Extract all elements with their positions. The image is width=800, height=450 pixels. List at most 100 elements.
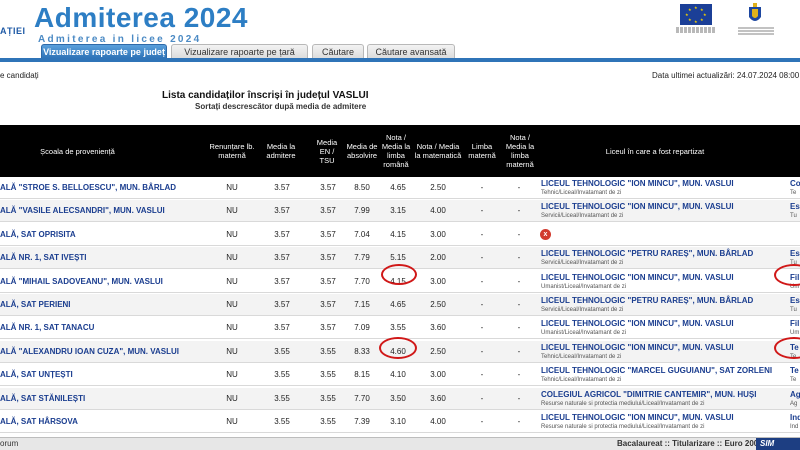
specialization-name-link[interactable]: Es bbox=[790, 202, 800, 212]
cell-abs: 8.33 bbox=[354, 346, 370, 356]
col-scoala[interactable]: Școala de proveniență bbox=[0, 125, 155, 177]
cell-ren: NU bbox=[226, 393, 238, 403]
specialization-detail: Ind bbox=[790, 424, 799, 430]
cell-nlm: - bbox=[517, 370, 521, 380]
assigned-liceu: LICEUL TEHNOLOGIC "ION MINCU", MUN. VASL… bbox=[541, 343, 781, 361]
cell-ren: NU bbox=[226, 417, 238, 426]
cell-en: 3.57 bbox=[320, 253, 336, 263]
col-media-en[interactable]: Media EN / TSU bbox=[312, 125, 342, 177]
specialization-detail: Te bbox=[790, 377, 797, 384]
cell-adm: 3.55 bbox=[274, 346, 290, 356]
cell-lm: - bbox=[480, 300, 484, 309]
cell-adm: 3.57 bbox=[274, 183, 290, 192]
school-name-link[interactable]: ALĂ, SAT OPRISITA bbox=[0, 224, 200, 246]
tab-cautare-avansata[interactable]: Căutare avansată bbox=[367, 44, 455, 58]
liceu-profile: Servicii/Liceal/Invatamant de zi bbox=[541, 213, 624, 220]
table-row[interactable]: ALĂ, SAT OPRISITA NU 3.57 3.57 7.04 4.15 3.00 -… bbox=[0, 224, 800, 246]
cell-nlm: - bbox=[517, 300, 521, 309]
tab-cautare[interactable]: Căutare bbox=[312, 44, 364, 58]
specialization-name-link[interactable]: Es bbox=[790, 296, 800, 306]
table-row[interactable]: ALĂ "STROE S. BELLOESCU", MUN. BÂRLAD NU 3… bbox=[0, 177, 800, 199]
specialization: Co Te bbox=[790, 179, 800, 197]
liceu-name-link[interactable]: LICEUL TEHNOLOGIC "ION MINCU", MUN. VASL… bbox=[541, 273, 781, 283]
specialization-detail: Tu bbox=[790, 307, 797, 313]
col-renuntare[interactable]: Renunțare lb. maternă bbox=[204, 125, 260, 177]
table-row[interactable]: ALĂ, SAT UNȚEȘTI NU 3.55 3.55 8.15 4.10 3.00 - -… bbox=[0, 364, 800, 387]
specialization-name-link[interactable]: Co bbox=[790, 179, 800, 189]
cell-en: 3.57 bbox=[320, 183, 336, 192]
school-name-link[interactable]: ALĂ, SAT PERIENI bbox=[0, 294, 200, 316]
romania-coat-of-arms-logo bbox=[749, 3, 761, 21]
specialization-name-link[interactable]: Ag bbox=[790, 390, 800, 400]
table-row[interactable]: ALĂ, SAT HÂRSOVA NU 3.55 3.55 7.39 3.10 4.00 - -… bbox=[0, 411, 800, 433]
specialization-name-link[interactable]: Es bbox=[790, 249, 800, 259]
school-name-link[interactable]: ALĂ NR. 1, SAT TANACU bbox=[0, 317, 200, 339]
cell-nlm: - bbox=[517, 229, 521, 239]
school-name-link[interactable]: ALĂ, SAT HÂRSOVA bbox=[0, 411, 200, 433]
col-nota-romana[interactable]: Nota / Media la limba română bbox=[380, 125, 412, 177]
col-media-admitere[interactable]: Media la admitere bbox=[258, 125, 304, 177]
cell-ren: NU bbox=[226, 276, 238, 286]
cell-rom: 3.50 bbox=[390, 393, 406, 403]
cell-mat: 3.00 bbox=[430, 276, 446, 286]
footer-forum-link[interactable]: orum bbox=[0, 439, 18, 448]
footer-links[interactable]: Bacalaureat :: Titularizare :: Euro 200 bbox=[617, 439, 758, 448]
list-title: Lista candidaților înscriși în județul V… bbox=[162, 90, 369, 101]
col-nota-matematica[interactable]: Nota / Media la matematică bbox=[414, 125, 462, 177]
tab-rapoarte-judet[interactable]: Vizualizare rapoarte pe județ bbox=[41, 44, 167, 58]
cell-abs: 8.15 bbox=[354, 370, 370, 380]
cell-mat: 4.00 bbox=[430, 417, 446, 426]
liceu-name-link[interactable]: LICEUL TEHNOLOGIC "PETRU RAREȘ", MUN. BÂ… bbox=[541, 249, 781, 259]
candidates-count-text: e candidați bbox=[0, 71, 39, 80]
last-update-text: Data ultimei actualizări: 24.07.2024 08:… bbox=[652, 71, 800, 80]
col-liceu-repartizat[interactable]: Liceul în care a fost repartizat bbox=[600, 125, 710, 177]
cell-en: 3.57 bbox=[320, 206, 336, 216]
specialization: Te Te bbox=[790, 366, 800, 384]
assigned-liceu: LICEUL TEHNOLOGIC "PETRU RAREȘ", MUN. BÂ… bbox=[541, 296, 781, 314]
liceu-name-link[interactable]: LICEUL TEHNOLOGIC "ION MINCU", MUN. VASL… bbox=[541, 202, 781, 212]
footer: orum Bacalaureat :: Titularizare :: Euro… bbox=[0, 437, 800, 450]
col-nota-limba-materna[interactable]: Nota / Media la limba maternă bbox=[502, 125, 538, 177]
school-name-link[interactable]: ALĂ "ALEXANDRU IOAN CUZA", MUN. VASLUI bbox=[0, 341, 200, 363]
specialization-name-link[interactable]: Te bbox=[790, 366, 800, 376]
cell-lm: - bbox=[480, 323, 484, 333]
liceu-name-link[interactable]: COLEGIUL AGRICOL "DIMITRIE CANTEMIR", MU… bbox=[541, 390, 781, 400]
table-row[interactable]: ALĂ, SAT STĂNILEȘTI NU 3.55 3.55 7.70 3.50 3.6… bbox=[0, 387, 800, 410]
liceu-name-link[interactable]: LICEUL TEHNOLOGIC "PETRU RAREȘ", MUN. BÂ… bbox=[541, 296, 781, 306]
school-name-link[interactable]: ALĂ "VASILE ALECSANDRI", MUN. VASLUI bbox=[0, 200, 200, 222]
school-name-link[interactable]: ALĂ NR. 1, SAT IVEȘTI bbox=[0, 247, 200, 269]
specialization-name-link[interactable]: Ind bbox=[790, 413, 800, 423]
cell-adm: 3.55 bbox=[274, 393, 290, 403]
eu-logo-caption bbox=[676, 27, 716, 33]
liceu-name-link[interactable]: LICEUL TEHNOLOGIC "MARCEL GUGUIANU", SAT… bbox=[541, 366, 781, 376]
specialization: Fil Um bbox=[790, 319, 800, 337]
liceu-name-link[interactable]: LICEUL TEHNOLOGIC "ION MINCU", MUN. VASL… bbox=[541, 343, 781, 353]
cell-adm: 3.57 bbox=[274, 300, 290, 309]
app-title[interactable]: Admiterea 2024 bbox=[34, 2, 248, 34]
liceu-name-link[interactable]: LICEUL TEHNOLOGIC "ION MINCU", MUN. VASL… bbox=[541, 319, 781, 329]
liceu-name-link[interactable]: LICEUL TEHNOLOGIC "ION MINCU", MUN. VASL… bbox=[541, 413, 781, 423]
school-name-link[interactable]: ALĂ, SAT STĂNILEȘTI bbox=[0, 388, 200, 410]
cell-lm: - bbox=[480, 229, 484, 239]
cell-abs: 7.79 bbox=[354, 253, 370, 263]
school-name-link[interactable]: ALĂ "STROE S. BELLOESCU", MUN. BÂRLAD bbox=[0, 177, 200, 199]
ministry-logo-caption bbox=[738, 27, 774, 35]
col-limba-materna[interactable]: Limba maternă bbox=[462, 125, 502, 177]
cell-lm: - bbox=[480, 393, 484, 403]
school-name-link[interactable]: ALĂ "MIHAIL SADOVEANU", MUN. VASLUI bbox=[0, 271, 200, 293]
specialization-name-link[interactable]: Fil bbox=[790, 319, 800, 329]
cell-en: 3.57 bbox=[320, 323, 336, 333]
cell-abs: 8.50 bbox=[354, 183, 370, 192]
school-name-link[interactable]: ALĂ, SAT UNȚEȘTI bbox=[0, 364, 200, 386]
table-row[interactable]: ALĂ "VASILE ALECSANDRI", MUN. VASLUI NU 3.… bbox=[0, 200, 800, 223]
assigned-liceu: LICEUL TEHNOLOGIC "ION MINCU", MUN. VASL… bbox=[541, 273, 781, 291]
header-cut-text: AȚIEI bbox=[0, 26, 26, 36]
tab-rapoarte-tara[interactable]: Vizualizare rapoarte pe țară bbox=[171, 44, 308, 58]
table-row[interactable]: ALĂ, SAT PERIENI NU 3.57 3.57 7.15 4.65 2.50 - -… bbox=[0, 294, 800, 316]
not-assigned-icon: x bbox=[540, 228, 551, 240]
liceu-profile: Resurse naturale si protectia mediului/L… bbox=[541, 424, 705, 430]
cell-rom: 4.10 bbox=[390, 370, 406, 380]
liceu-name-link[interactable]: LICEUL TEHNOLOGIC "ION MINCU", MUN. VASL… bbox=[541, 179, 781, 189]
cell-mat: 2.50 bbox=[430, 346, 446, 356]
col-media-absolvire[interactable]: Media de absolvire bbox=[342, 125, 382, 177]
